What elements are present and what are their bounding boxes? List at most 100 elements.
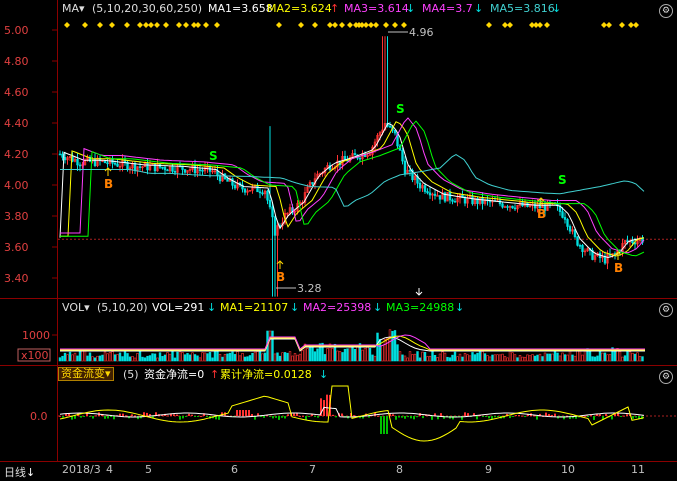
timeline-bar: 日线↓ [0,462,677,481]
candle-body [423,185,427,192]
volume-bar [558,355,562,362]
volume-bar [501,353,504,362]
period-selector[interactable]: 日线↓ [4,464,35,480]
volume-bar [218,353,222,362]
volume-bar [428,355,432,362]
capital-flow-panel[interactable]: 资金流变▾ (5) 资金净流=0 ↑ 累计净流=0.0128 ↓ ⚙ 0.0 [0,366,677,461]
volume-panel[interactable]: VOL▾ (5,10,20) VOL=291 ↓ MA1=21107 ↓ MA2… [0,299,677,365]
volume-bar [613,350,617,362]
volume-bar [258,351,262,362]
volume-bar [316,348,319,362]
capital-flow-bar [383,416,385,434]
capital-flow-bar [272,416,274,419]
volume-bar [478,351,482,362]
volume-bar [438,353,442,362]
volume-bar [331,347,334,362]
volume-bar [441,351,444,362]
capital-flow-bar [587,416,589,417]
capital-flow-bar [341,413,343,416]
candle-body [231,178,234,186]
volume-bar [226,353,229,362]
volume-bar [311,344,314,362]
volume-bar [158,352,162,362]
volume-bar [148,355,152,362]
volume-bar [221,356,224,362]
capital-flow-bar [584,415,586,417]
candle-body [271,206,274,218]
volume-bar [571,354,574,362]
volume-bar [171,350,174,362]
capital-flow-bar [182,416,184,419]
signal-diamond-icon [183,22,189,28]
volume-bar [381,345,384,362]
candle-body [581,245,584,252]
capital-flow-bar [377,415,379,417]
signal-diamond-icon [392,22,398,28]
volume-bar [146,355,149,362]
volume-bar [503,356,507,362]
capital-flow-bar [554,413,556,416]
volume-bar [308,346,312,362]
volume-bar [536,354,539,362]
capital-flow-bar [242,410,244,416]
volume-bar [188,354,192,362]
capital-flow-bar [197,416,199,417]
signal-diamond-icon [544,22,550,28]
candle-body [261,192,264,195]
capital-flow-bar [236,410,238,416]
volume-bar [186,353,189,362]
price-chart: 5.00 4.80 4.60 4.40 4.20 4.00 3.80 3.60 3.40 B B B B… [4,22,677,297]
signal-diamond-icon [383,22,389,28]
signal-diamond-icon [195,22,201,28]
volume-bar [628,351,632,362]
capital-flow-bar [206,416,208,418]
capital-flow-bar [536,416,538,420]
cursor-down-arrow-icon [415,288,423,296]
volume-bar [466,354,469,362]
capital-flow-bar [413,416,415,420]
volume-bar [516,357,519,362]
volume-bar [618,351,622,362]
capital-flow-bar [353,415,355,417]
capital-flow-bar [284,416,286,419]
capital-flow-bar [485,416,487,417]
signal-diamond-icon [97,22,103,28]
capital-flow-bar [407,416,409,418]
capital-flow-bar [395,416,397,420]
signal-diamond-icon [276,22,282,28]
volume-bar [626,351,629,362]
sell-marker: S [558,173,567,187]
volume-bar [338,351,342,362]
sell-marker: S [209,149,218,163]
capital-flow-bar [293,413,295,416]
volume-bar [603,352,607,362]
capital-flow-bar [125,415,127,417]
volume-bar [233,354,237,362]
capital-flow-bar [302,415,304,417]
signal-diamond-icon [148,22,154,28]
price-axis-label: 3.40 [4,272,29,285]
volume-bar [238,355,242,362]
price-axis-label: 3.80 [4,210,29,223]
volume-bar [508,350,512,362]
volume-bar [141,356,144,362]
volume-bar [178,351,182,362]
price-axis-label: 5.00 [4,24,29,37]
candle-body [161,166,164,169]
volume-bar [451,354,454,362]
volume-bar [341,352,344,362]
volume-bar [143,357,147,362]
timeline-start-label: 2018/3 [62,463,101,476]
capital-flow-bar [590,415,592,417]
volume-bar [251,352,254,362]
capital-flow-bar [545,412,547,416]
volume-bar [421,351,424,362]
volume-bar [461,356,464,362]
capital-flow-bar [185,416,187,417]
period-down-arrow-icon: ↓ [26,466,36,479]
sell-marker: S [396,102,405,116]
price-panel[interactable]: MA▾ (5,10,20,30,60,250) MA1=3.658 MA2=3.… [0,0,677,298]
candle-body [138,166,142,168]
volume-bar [528,355,532,362]
volume-bar [256,351,259,362]
